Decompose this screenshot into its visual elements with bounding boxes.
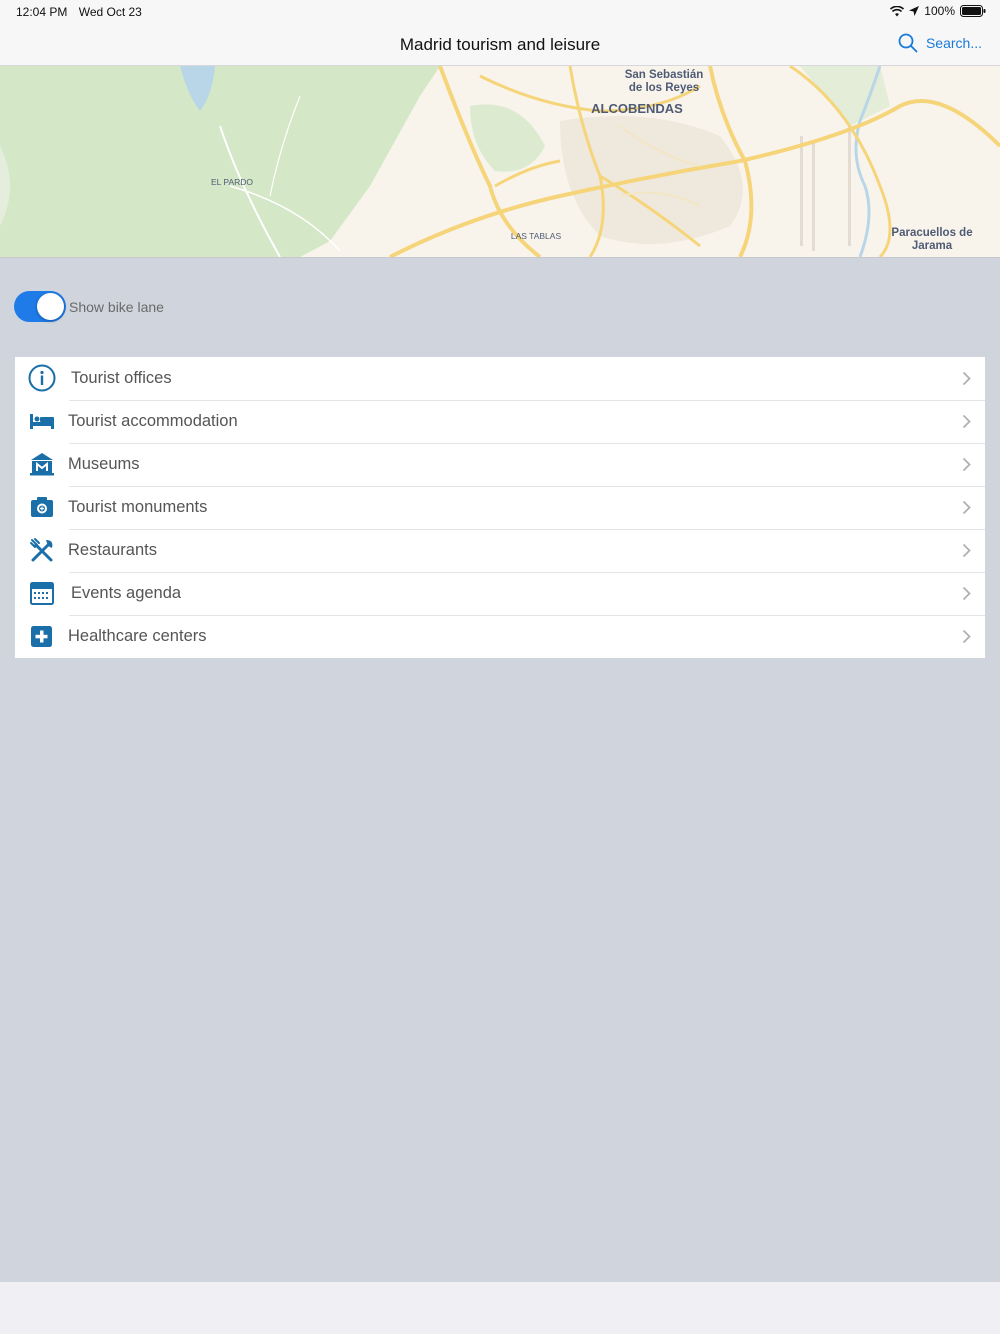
- bike-lane-label: Show bike lane: [69, 298, 164, 315]
- toggle-knob: [37, 293, 64, 320]
- bike-lane-toggle[interactable]: [14, 291, 66, 322]
- info-icon: [28, 364, 56, 392]
- calendar-icon: [30, 582, 54, 605]
- map-label-san-sebastian: San Sebastián de los Reyes: [624, 69, 704, 94]
- chevron-right-icon: [962, 414, 971, 429]
- map-label-las-tablas: LAS TABLAS: [510, 231, 562, 241]
- search-icon: [898, 33, 918, 53]
- battery-icon: [960, 5, 986, 17]
- list-item-events-agenda[interactable]: Events agenda: [15, 572, 985, 615]
- bottom-bar: [0, 1282, 1000, 1334]
- search-button[interactable]: Search...: [898, 33, 982, 53]
- camera-icon: [31, 497, 53, 517]
- list-item-label: Tourist accommodation: [68, 412, 238, 430]
- list-item-label: Tourist offices: [71, 369, 172, 387]
- chevron-right-icon: [962, 543, 971, 558]
- chevron-right-icon: [962, 629, 971, 644]
- map-graphic: [0, 66, 1000, 257]
- list-item-label: Events agenda: [71, 584, 182, 602]
- list-item-label: Museums: [68, 455, 140, 473]
- map-label-paracuellos: Paracuellos de Jarama: [891, 227, 973, 252]
- list-item-restaurants[interactable]: Restaurants: [15, 529, 985, 572]
- list-item-label: Healthcare centers: [68, 627, 207, 645]
- list-item-tourist-monuments[interactable]: Tourist monuments: [15, 486, 985, 529]
- wifi-icon: [890, 5, 905, 16]
- status-time: 12:04 PM: [16, 5, 68, 19]
- location-arrow-icon: [909, 6, 920, 16]
- bed-icon: [30, 414, 54, 429]
- map-view[interactable]: San Sebastián de los Reyes ALCOBENDAS EL…: [0, 66, 1000, 258]
- search-label: Search...: [925, 35, 982, 51]
- page-title: Madrid tourism and leisure: [399, 35, 601, 54]
- medical-cross-icon: [31, 626, 52, 647]
- status-date: Wed Oct 23: [78, 5, 142, 19]
- chevron-right-icon: [962, 371, 971, 386]
- list-item-healthcare-centers[interactable]: Healthcare centers: [15, 615, 985, 658]
- navigation-bar: Madrid tourism and leisure Search...: [0, 24, 1000, 66]
- cutlery-icon: [30, 538, 53, 562]
- status-bar: 12:04 PM Wed Oct 23 100%: [0, 0, 1000, 24]
- chevron-right-icon: [962, 457, 971, 472]
- chevron-right-icon: [962, 500, 971, 515]
- map-label-el-pardo: EL PARDO: [210, 177, 254, 187]
- bike-lane-row: Show bike lane: [14, 291, 164, 322]
- category-list: Tourist offices Tourist accommodation Mu…: [15, 357, 985, 658]
- list-item-museums[interactable]: Museums: [15, 443, 985, 486]
- list-item-label: Tourist monuments: [68, 498, 208, 516]
- museum-icon: [30, 453, 54, 476]
- list-item-tourist-accommodation[interactable]: Tourist accommodation: [15, 400, 985, 443]
- map-label-alcobendas: ALCOBENDAS: [591, 101, 683, 116]
- battery-percent: 100%: [924, 4, 955, 18]
- list-item-tourist-offices[interactable]: Tourist offices: [15, 357, 985, 400]
- list-item-label: Restaurants: [68, 541, 157, 559]
- chevron-right-icon: [962, 586, 971, 601]
